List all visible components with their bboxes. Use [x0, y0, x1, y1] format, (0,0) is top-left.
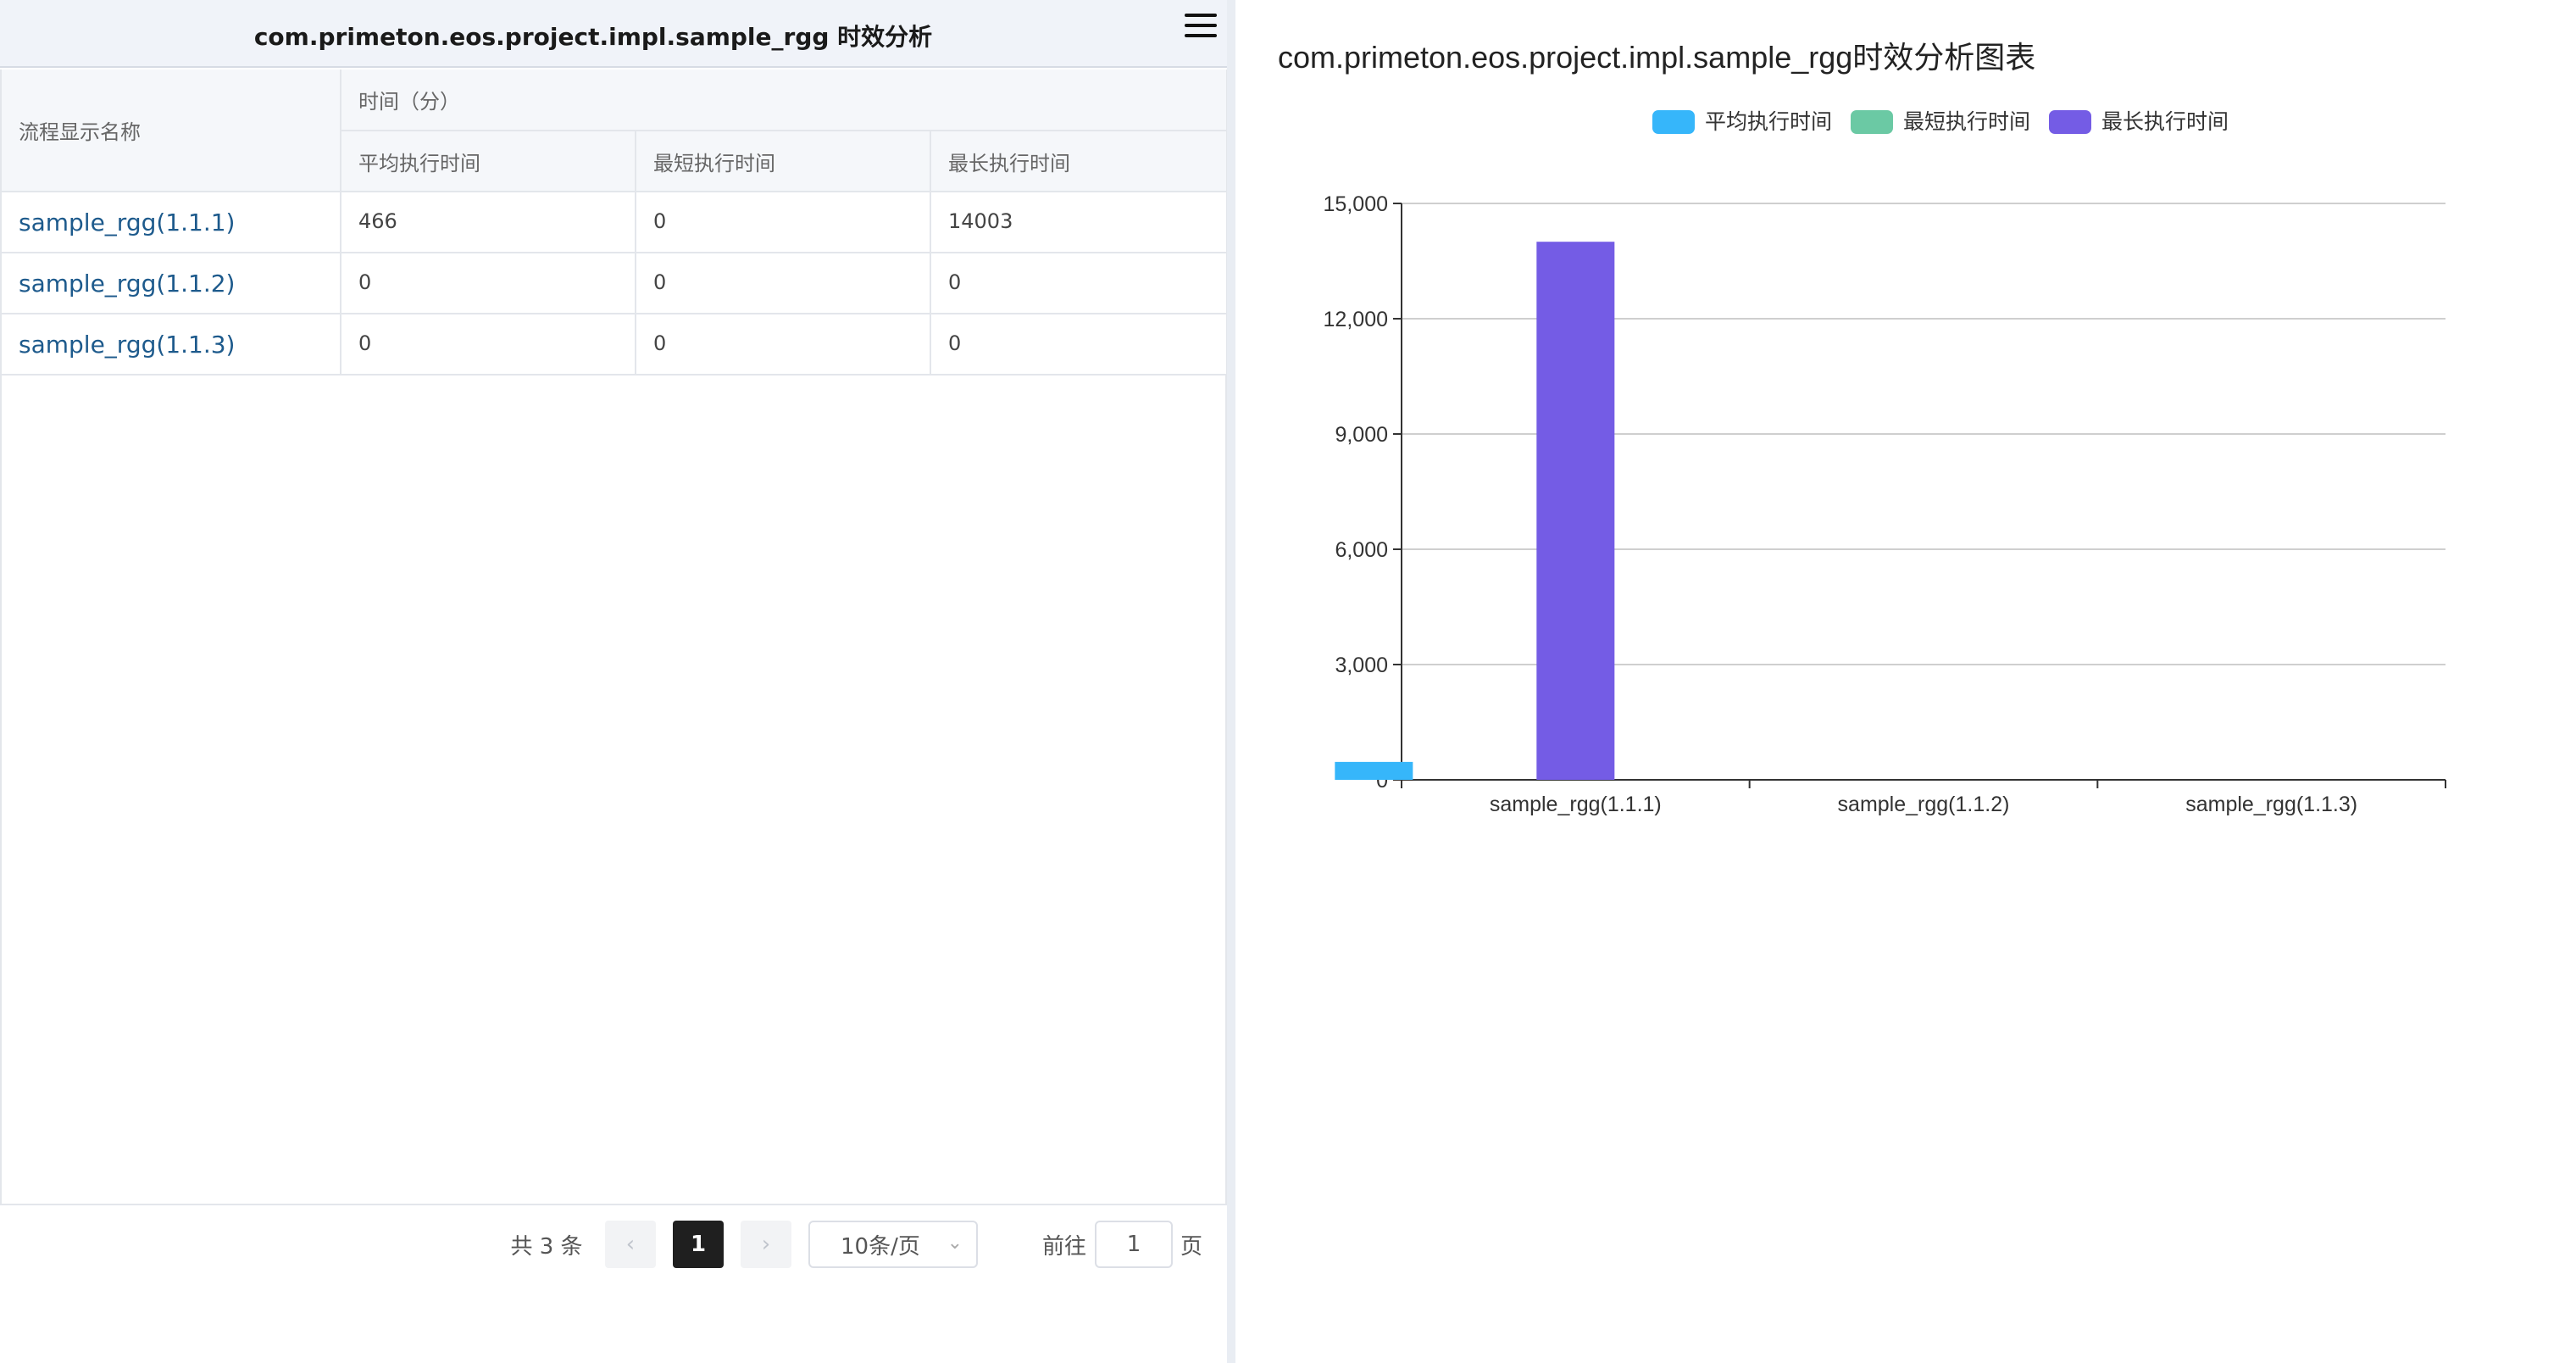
- bar-chart: com.primeton.eos.project.impl.sample_rgg…: [1278, 40, 2446, 816]
- bar: [1335, 761, 1413, 780]
- next-page-button[interactable]: ›: [741, 1221, 791, 1268]
- min-time-cell: 0: [636, 192, 931, 253]
- max-time-cell: 0: [930, 314, 1229, 376]
- chart-title: com.primeton.eos.project.impl.sample_rgg…: [1278, 40, 2035, 75]
- page-title: com.primeton.eos.project.impl.sample_rgg…: [253, 23, 933, 51]
- y-tick-label: 12,000: [1324, 308, 1388, 331]
- pagination: 共 3 条 ‹ 1 › 10条/页 ⌄ 前往 1 页: [0, 1221, 1227, 1275]
- min-time-cell: 0: [636, 253, 931, 314]
- y-tick-label: 15,000: [1324, 192, 1388, 216]
- menu-icon[interactable]: [1183, 10, 1220, 44]
- table-row: sample_rgg(1.1.2) 0 0 0: [2, 253, 1229, 314]
- process-name-cell: sample_rgg(1.1.2): [2, 253, 341, 314]
- x-tick-label: sample_rgg(1.1.2): [1838, 793, 2010, 816]
- y-tick-label: 3,000: [1335, 654, 1388, 677]
- y-tick-label: 9,000: [1335, 423, 1388, 447]
- data-table-container: 流程显示名称 时间（分） 平均执行时间 最短执行时间 最长执行时间 sample…: [0, 70, 1229, 1205]
- max-time-cell: 0: [930, 253, 1229, 314]
- chevron-right-icon: ›: [761, 1232, 771, 1257]
- y-tick-label: 6,000: [1335, 538, 1388, 562]
- header-process-name: 流程显示名称: [2, 70, 341, 192]
- chevron-down-icon: ⌄: [947, 1232, 963, 1254]
- chart-panel: com.primeton.eos.project.impl.sample_rgg…: [1235, 0, 2576, 1363]
- pagination-total: 共 3 条: [510, 1233, 583, 1260]
- panel-divider[interactable]: [1227, 0, 1235, 1363]
- legend-label: 平均执行时间: [1705, 110, 1832, 134]
- prev-page-button[interactable]: ‹: [605, 1221, 656, 1268]
- page-unit-label: 页: [1180, 1233, 1202, 1260]
- max-time-cell: 14003: [930, 192, 1229, 253]
- process-link[interactable]: sample_rgg(1.1.2): [19, 270, 235, 298]
- app-root: com.primeton.eos.project.impl.sample_rgg…: [0, 0, 2576, 1363]
- goto-page-input[interactable]: 1: [1095, 1221, 1173, 1268]
- avg-time-cell: 0: [341, 314, 636, 376]
- process-name-cell: sample_rgg(1.1.3): [2, 314, 341, 376]
- process-link[interactable]: sample_rgg(1.1.3): [19, 331, 235, 359]
- avg-time-cell: 466: [341, 192, 636, 253]
- x-tick-label: sample_rgg(1.1.3): [2185, 793, 2357, 816]
- legend-label: 最短执行时间: [1903, 110, 2030, 134]
- page-size-value: 10条/页: [841, 1233, 920, 1260]
- goto-label: 前往: [1041, 1233, 1086, 1260]
- header-avg-time: 平均执行时间: [341, 131, 636, 192]
- process-name-cell: sample_rgg(1.1.1): [2, 192, 341, 253]
- min-time-cell: 0: [636, 314, 931, 376]
- legend-swatch: [1652, 110, 1695, 134]
- table-panel: com.primeton.eos.project.impl.sample_rgg…: [0, 0, 1229, 1363]
- process-link[interactable]: sample_rgg(1.1.1): [19, 209, 235, 236]
- panel-header: com.primeton.eos.project.impl.sample_rgg…: [0, 0, 1227, 68]
- legend-swatch: [2049, 110, 2091, 134]
- avg-time-cell: 0: [341, 253, 636, 314]
- x-tick-label: sample_rgg(1.1.1): [1490, 793, 1662, 816]
- table-row: sample_rgg(1.1.3) 0 0 0: [2, 314, 1229, 376]
- header-max-time: 最长执行时间: [930, 131, 1229, 192]
- table-row: sample_rgg(1.1.1) 466 0 14003: [2, 192, 1229, 253]
- page-size-select[interactable]: 10条/页 ⌄: [808, 1221, 978, 1268]
- data-table: 流程显示名称 时间（分） 平均执行时间 最短执行时间 最长执行时间 sample…: [2, 70, 1229, 376]
- chevron-left-icon: ‹: [625, 1232, 636, 1257]
- legend-swatch: [1851, 110, 1893, 134]
- bar: [1536, 242, 1615, 780]
- legend-label: 最长执行时间: [2101, 110, 2229, 134]
- page-number-button[interactable]: 1: [673, 1221, 724, 1268]
- header-min-time: 最短执行时间: [636, 131, 931, 192]
- header-time-group: 时间（分）: [341, 70, 1229, 131]
